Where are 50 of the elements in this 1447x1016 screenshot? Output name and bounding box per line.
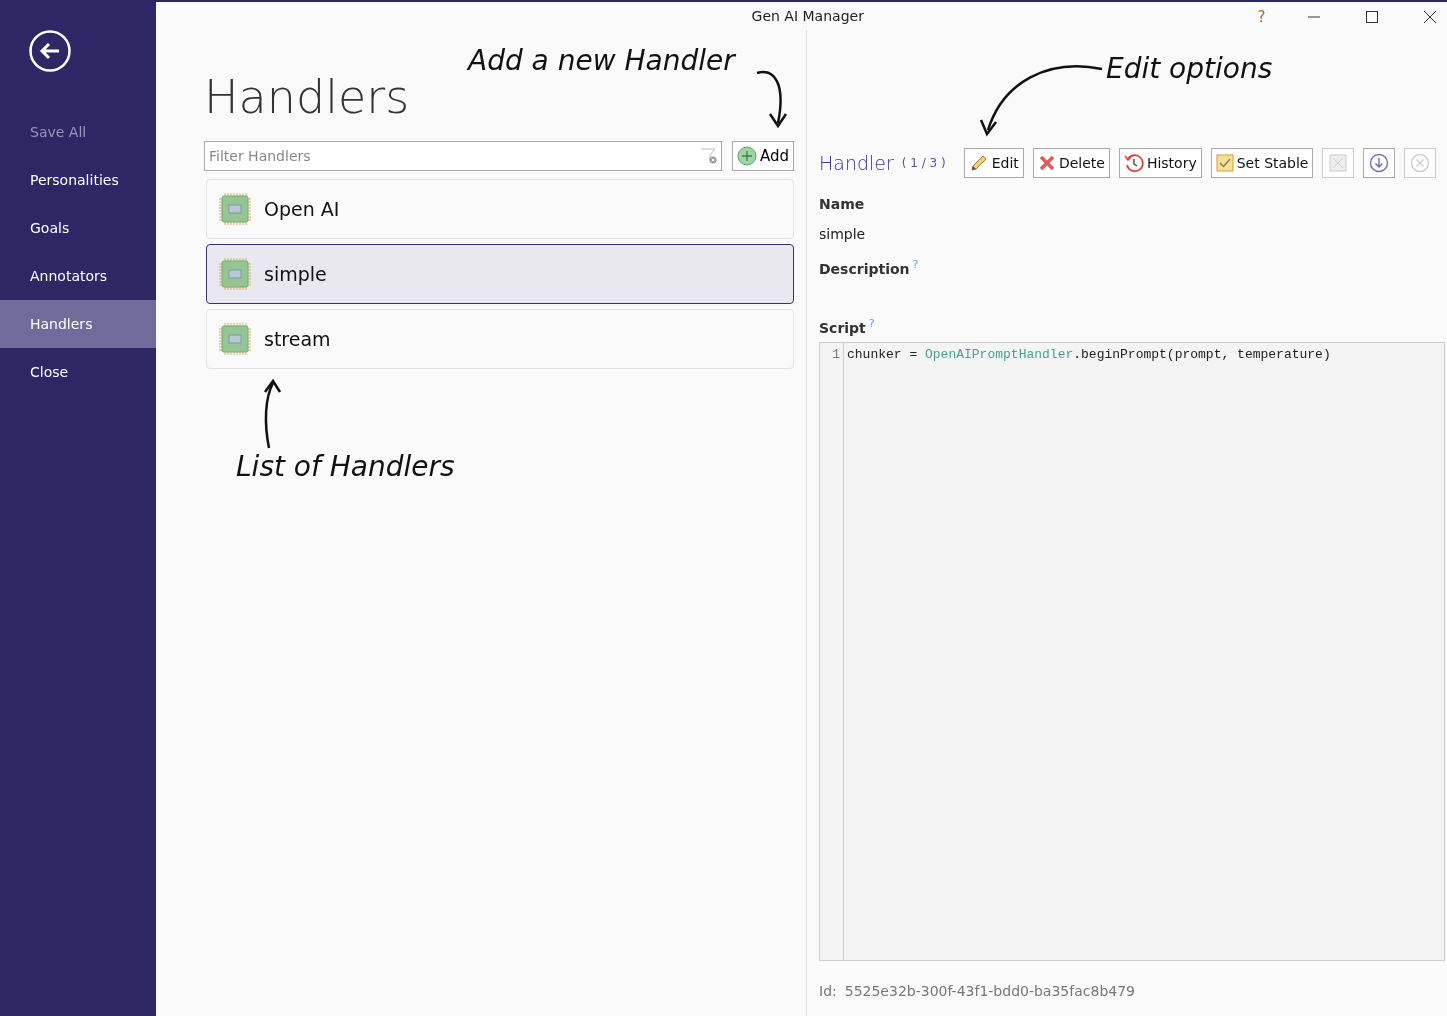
field-label: Script — [819, 319, 866, 336]
handler-item[interactable]: stream — [206, 309, 794, 370]
detail-title: Handler — [819, 150, 894, 176]
delete-button[interactable]: Delete — [1032, 148, 1110, 178]
history-button[interactable]: History — [1118, 148, 1202, 178]
annotation: Edit options — [1106, 51, 1273, 87]
code-line: chunker = OpenAIPromptHandler.beginPrompt(prompt, temperature) — [847, 346, 1331, 365]
handler-item[interactable]: simple — [206, 244, 794, 305]
cross-icon — [1037, 154, 1056, 172]
chip-icon — [218, 192, 252, 227]
sidebar-item[interactable]: Annotators — [0, 252, 156, 300]
filter-field[interactable]: Filter Handlers — [204, 141, 722, 172]
window-title: Gen AI Manager — [751, 6, 864, 26]
checkbox-icon — [1215, 154, 1234, 172]
handler-name: stream — [264, 326, 331, 352]
help-button[interactable]: ? — [1257, 5, 1266, 29]
cancel-icon — [1410, 153, 1431, 173]
field-value: simple — [819, 225, 867, 244]
download-button[interactable] — [1363, 148, 1396, 178]
sidebar-item[interactable]: Close — [0, 348, 156, 396]
id-value: 5525e32b-300f-43f1-bdd0-ba35fac8b479 — [844, 983, 1135, 999]
sidebar-item[interactable]: Goals — [0, 204, 156, 252]
sidebar-item[interactable]: Handlers — [0, 300, 156, 348]
record-position: ( 1 / 3 ) — [901, 155, 946, 172]
close-icon[interactable] — [1423, 10, 1438, 24]
id-label: Id: — [819, 983, 837, 999]
pencil-icon — [968, 153, 989, 173]
clear-filter-icon[interactable] — [699, 148, 718, 165]
annotation: Add a new Handler — [468, 43, 735, 79]
code-editor[interactable]: 1 chunker = OpenAIPromptHandler.beginPrompt(prompt, temperature) — [819, 342, 1446, 961]
maximize-icon[interactable] — [1365, 10, 1380, 24]
set-stable-button[interactable]: Set Stable — [1210, 148, 1314, 178]
plus-circle-icon — [736, 146, 757, 167]
sidebar-item[interactable]: Personalities — [0, 156, 156, 204]
chip-icon — [218, 322, 252, 357]
back-icon[interactable] — [29, 30, 71, 72]
crossed-square-icon — [1329, 154, 1348, 172]
field-label: Description — [819, 260, 910, 277]
chip-icon — [218, 257, 252, 292]
handler-item[interactable]: Open AI — [206, 179, 794, 240]
add-button[interactable]: Add — [731, 141, 794, 172]
clock-icon — [1123, 153, 1144, 173]
download-icon — [1369, 153, 1390, 173]
handler-name: Open AI — [264, 196, 340, 222]
field-label: Name — [819, 196, 865, 212]
annotation: List of Handlers — [236, 449, 455, 485]
page-title: Handlers — [204, 70, 410, 126]
handler-name: simple — [264, 261, 327, 287]
edit-button[interactable]: Edit — [963, 148, 1024, 178]
line-number: 1 — [831, 346, 840, 365]
